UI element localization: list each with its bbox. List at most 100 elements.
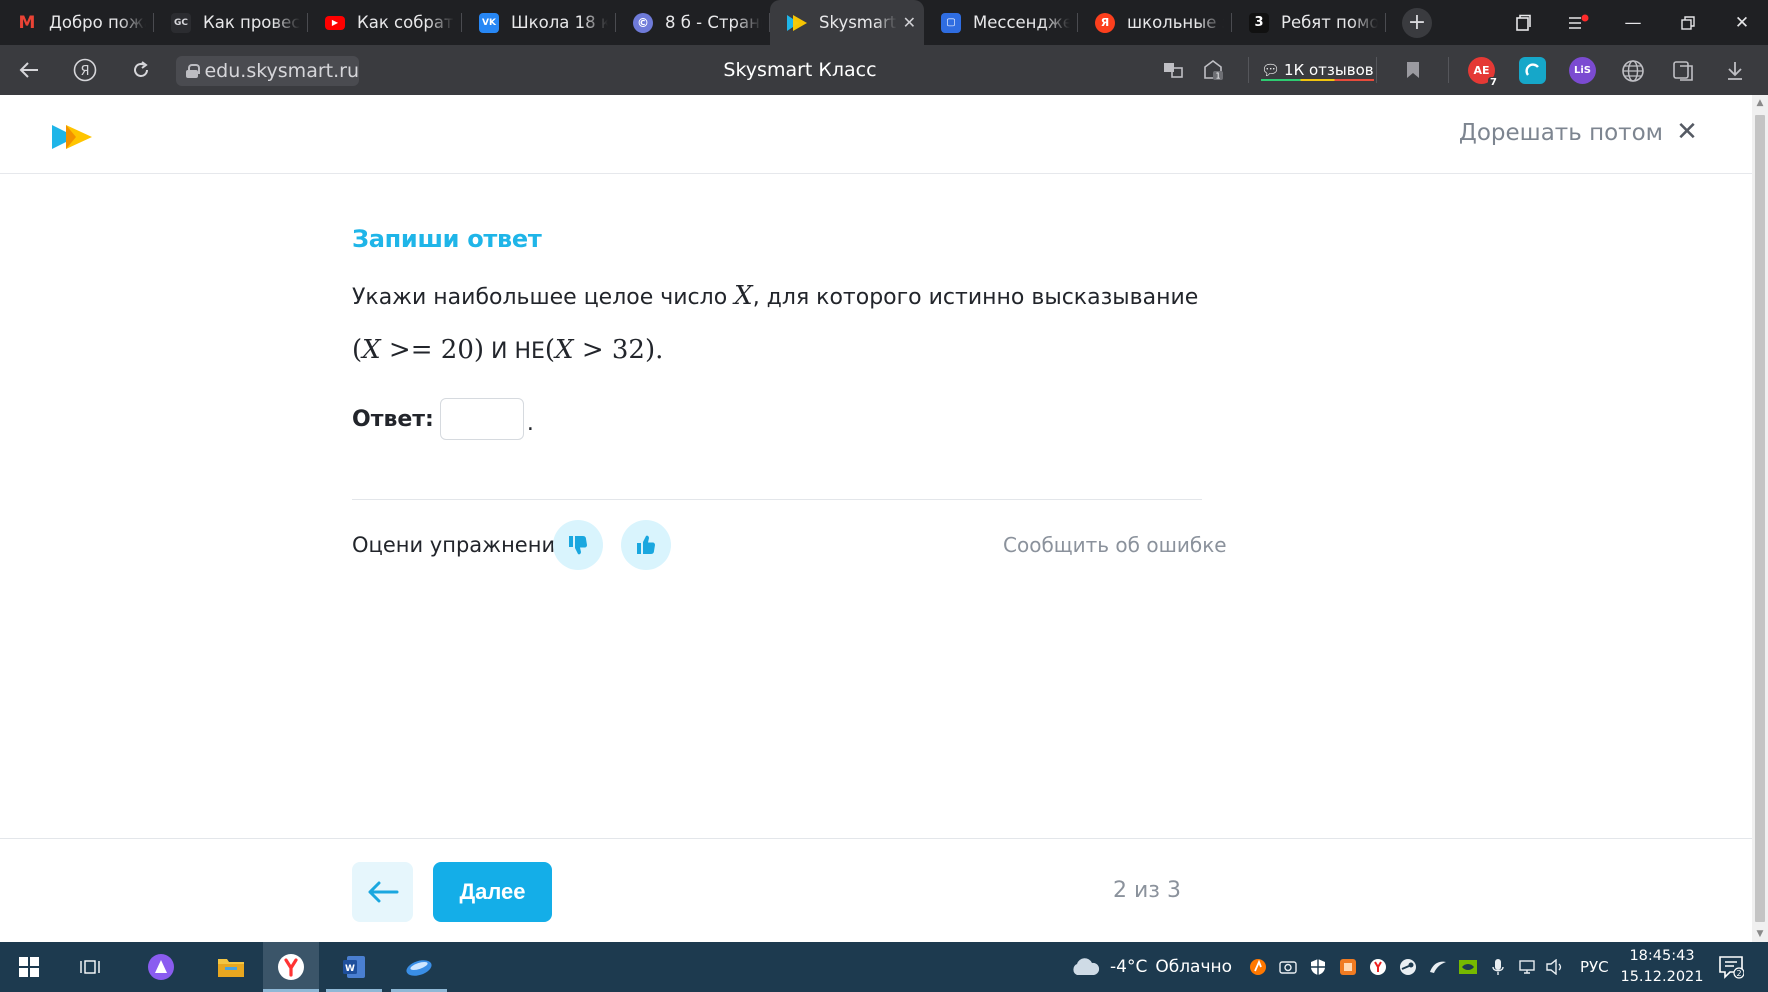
browser-tab[interactable]: ▢ Мессенджер [924, 0, 1078, 45]
window-close-icon[interactable]: ✕ [1722, 0, 1762, 45]
question-text: Укажи наибольшее целое число X, для кото… [352, 281, 1198, 311]
close-icon[interactable]: ✕ [903, 13, 916, 32]
url-field[interactable]: edu.skysmart.ru [176, 56, 359, 86]
file-explorer-icon[interactable] [205, 942, 257, 992]
lock-icon [186, 64, 201, 78]
tab-collections-icon[interactable] [1503, 0, 1543, 45]
steam-icon[interactable] [1398, 957, 1418, 977]
language-indicator[interactable]: РУС [1580, 942, 1609, 992]
page-title: Skysmart Класс [723, 59, 877, 81]
minimize-icon[interactable]: — [1614, 0, 1652, 45]
yandex-browser-taskbar-icon[interactable] [263, 942, 319, 992]
browser-tab[interactable]: ▶ Как собрать [308, 0, 462, 45]
browser-tab[interactable]: © 8 б - Страни [616, 0, 770, 45]
answer-row: Ответ: . [352, 398, 534, 440]
lis-extension-icon[interactable]: LiS [1569, 57, 1596, 84]
restore-icon[interactable] [1668, 0, 1708, 45]
tab-title: Школа 18 кл [511, 13, 608, 32]
tab-title: Skysmart К [819, 13, 897, 32]
rate-label: Оцени упражнение [352, 533, 569, 557]
close-icon[interactable]: ✕ [1672, 117, 1702, 147]
address-bar: Я edu.skysmart.ru Skysmart Класс 1 💬︎ 1К… [0, 45, 1768, 95]
volume-icon[interactable] [1545, 957, 1565, 977]
alice-icon[interactable] [136, 942, 186, 992]
browser-tab[interactable]: VK Школа 18 кл [462, 0, 616, 45]
ae-extension-icon[interactable]: AE 7 [1468, 57, 1499, 88]
postpone-button[interactable]: Дорешать потом [1459, 118, 1663, 148]
app-icon[interactable] [391, 942, 447, 992]
back-button[interactable] [352, 862, 413, 922]
formula-and-not: И НЕ [484, 339, 545, 364]
answer-input[interactable] [439, 398, 524, 440]
tab-title: 8 б - Страни [665, 13, 762, 32]
formula-var-2: X [555, 335, 574, 365]
windows-start-icon[interactable] [0, 942, 58, 992]
like-button[interactable] [621, 520, 671, 570]
browser-tab-active[interactable]: Skysmart К ✕ [770, 0, 924, 45]
svg-text:Я: Я [80, 64, 89, 79]
extensions-icon[interactable] [1669, 57, 1696, 84]
notifications-icon[interactable]: 2 [1718, 955, 1745, 979]
dislike-button[interactable] [553, 520, 603, 570]
next-button[interactable]: Далее [433, 862, 552, 922]
skysmart-logo[interactable] [52, 117, 96, 157]
browser-tab[interactable]: Я школьные за [1078, 0, 1232, 45]
gc-icon: GC [171, 12, 191, 33]
back-arrow-icon[interactable] [14, 45, 44, 95]
yandex-home-icon[interactable]: Я [70, 45, 100, 95]
formula: (X >= 20) И НЕ(X > 32). [352, 335, 663, 365]
tab-separator [1385, 13, 1386, 32]
clock-time: 18:45:43 [1629, 948, 1695, 964]
word-icon[interactable]: W [326, 942, 382, 992]
scroll-down-icon[interactable]: ▼ [1752, 926, 1768, 942]
scrollbar-thumb[interactable] [1755, 115, 1765, 922]
scroll-up-icon[interactable]: ▲ [1752, 95, 1768, 111]
bookmark-icon[interactable] [1400, 57, 1426, 83]
download-icon[interactable] [1721, 57, 1748, 84]
browser-tab[interactable]: 3 Ребят помог [1232, 0, 1386, 45]
clock[interactable]: 18:45:43 15.12.2021 [1617, 946, 1707, 988]
yandex-tray-icon[interactable] [1368, 957, 1388, 977]
browser-tab[interactable]: M Добро пожа [0, 0, 154, 45]
network-icon[interactable] [1518, 957, 1538, 977]
swoosh-icon[interactable] [1428, 957, 1448, 977]
yandex-icon: Я [1095, 12, 1115, 33]
toolbar-divider [1376, 57, 1377, 83]
task-instruction: Запиши ответ [352, 225, 542, 253]
globe-icon[interactable] [1619, 57, 1646, 84]
site-icon: © [633, 12, 653, 33]
nvidia-icon[interactable] [1458, 957, 1478, 977]
reviews-button[interactable]: 💬︎ 1К отзывов [1261, 45, 1374, 95]
task-view-icon[interactable] [65, 942, 115, 992]
toolbar-divider [1448, 57, 1449, 83]
translate-icon[interactable] [1160, 57, 1186, 83]
protect-icon[interactable]: 1 [1200, 57, 1226, 83]
formula-end: . [655, 335, 664, 365]
menu-icon[interactable] [1556, 0, 1600, 45]
weather-widget[interactable]: -4°C Облачно [1070, 942, 1232, 992]
tab-title: школьные за [1127, 13, 1224, 32]
tab-title: Ребят помог [1281, 13, 1378, 32]
microphone-icon[interactable] [1488, 957, 1508, 977]
clock-date: 15.12.2021 [1620, 969, 1704, 985]
formula-open-2: ( [544, 335, 556, 365]
youtube-icon: ▶ [325, 15, 345, 30]
timer-extension-icon[interactable] [1519, 57, 1546, 84]
ae-badge: 7 [1488, 77, 1499, 88]
svg-text:W: W [345, 964, 355, 974]
answer-dot: . [526, 410, 534, 436]
security-shield-icon[interactable] [1308, 957, 1328, 977]
tab-title: Добро пожа [49, 13, 146, 32]
report-error-link[interactable]: Сообщить об ошибке [1003, 533, 1227, 557]
rating-underline [1261, 79, 1374, 81]
reviews-label: 1К отзывов [1284, 61, 1374, 79]
new-tab-button[interactable]: + [1386, 0, 1448, 45]
vertical-scrollbar[interactable]: ▲ ▼ [1752, 95, 1768, 942]
orange-app-icon[interactable] [1338, 957, 1358, 977]
browser-tab[interactable]: GC Как провести [154, 0, 308, 45]
arrow-left-icon [368, 881, 398, 903]
avast-icon[interactable] [1248, 957, 1268, 977]
reload-icon[interactable] [126, 45, 156, 95]
plus-icon: + [1402, 7, 1432, 38]
camera-icon[interactable] [1278, 957, 1298, 977]
